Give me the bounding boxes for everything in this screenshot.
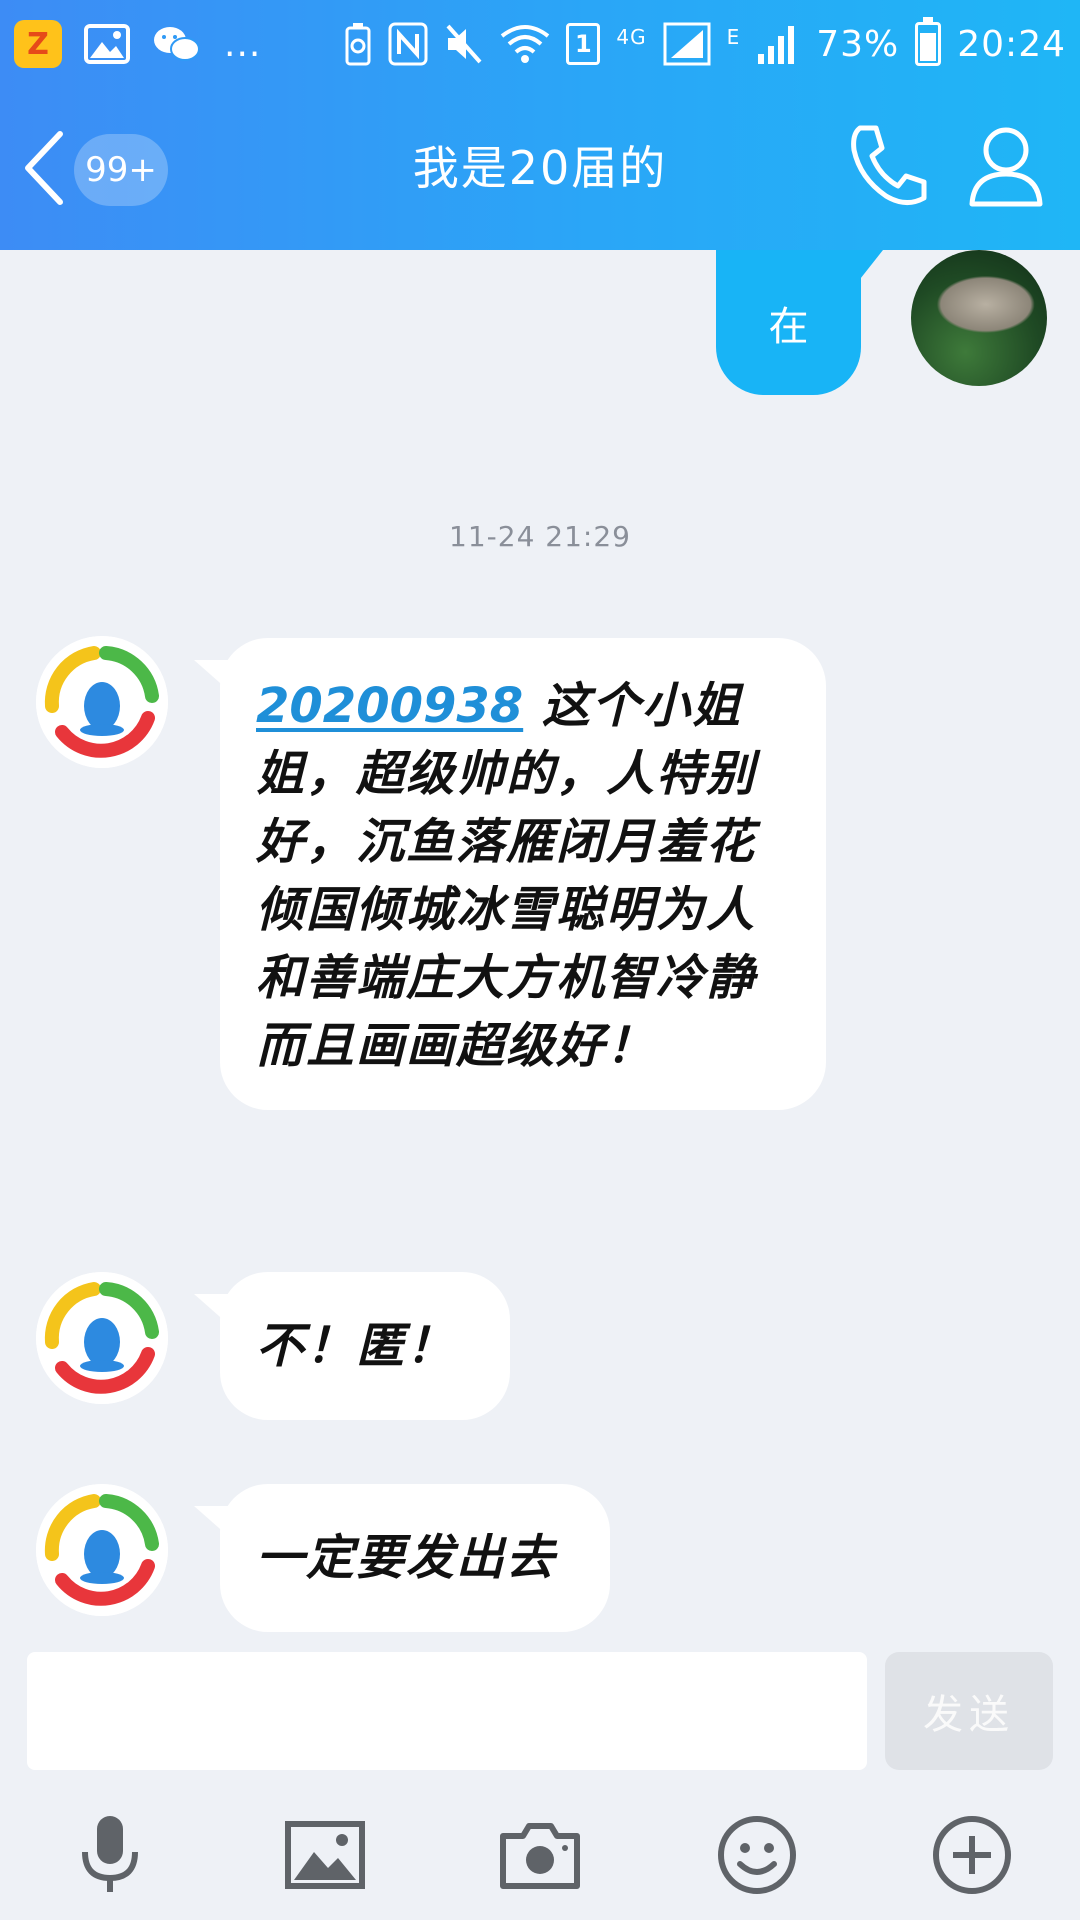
nfc-icon — [388, 22, 428, 66]
back-button[interactable]: 99+ — [22, 130, 182, 210]
image-icon — [285, 1821, 365, 1889]
qq-logo-icon — [36, 1484, 168, 1616]
chat-header: 99+ 我是20届的 — [0, 110, 1080, 230]
battery-icon — [915, 17, 942, 66]
clock: 20:24 — [957, 23, 1066, 65]
message-list[interactable]: 在 11-24 21:29 20200938 这个小姐姐，超级帅的，人特别好，沉… — [0, 250, 1080, 1650]
phone-icon — [851, 125, 927, 205]
chevron-left-icon — [22, 130, 66, 210]
camera-icon — [500, 1823, 580, 1889]
incoming-message-text: 不！匿！ — [256, 1318, 457, 1374]
signal-icon-sim1 — [663, 22, 711, 66]
signal-icon-sim2 — [756, 22, 800, 66]
composer-toolbar — [0, 1800, 1080, 1910]
incoming-message-text: 这个小姐姐，超级帅的，人特别好，沉鱼落雁闭月羞花倾国倾城冰雪聪明为人和善端庄大方… — [256, 678, 757, 1074]
battery-saver-icon — [344, 22, 372, 66]
message-timestamp: 11-24 21:29 — [449, 520, 631, 553]
sender-avatar[interactable] — [36, 1484, 168, 1616]
smiley-icon — [718, 1816, 796, 1894]
incoming-message-bubble[interactable]: 20200938 这个小姐姐，超级帅的，人特别好，沉鱼落雁闭月羞花倾国倾城冰雪聪… — [194, 638, 826, 1110]
sender-avatar[interactable] — [36, 636, 168, 768]
qq-logo-icon — [36, 636, 168, 768]
camera-button[interactable] — [495, 1810, 585, 1900]
chat-title: 我是20届的 — [412, 141, 668, 195]
wifi-icon — [500, 22, 550, 66]
my-avatar[interactable] — [911, 250, 1047, 386]
top-bar: Z ... 1 4G E 73% 20:24 99+ 我是20届的 — [0, 0, 1080, 250]
sender-avatar[interactable] — [36, 1272, 168, 1404]
more-notifications-indicator: ... — [224, 23, 262, 65]
network-e-label: E — [726, 25, 741, 49]
outgoing-message-text: 在 — [768, 303, 809, 350]
photo-album-button[interactable] — [280, 1810, 370, 1900]
incoming-message-text: 一定要发出去 — [256, 1530, 557, 1586]
qzone-notification-icon: Z — [14, 20, 62, 68]
group-profile-button[interactable] — [966, 122, 1046, 210]
mention-link[interactable]: 20200938 — [256, 678, 523, 734]
incoming-message-bubble[interactable]: 一定要发出去 — [193, 1484, 611, 1632]
send-button[interactable]: 发送 — [885, 1652, 1053, 1770]
voice-call-button[interactable] — [846, 120, 930, 210]
status-bar: Z ... 1 4G E 73% 20:24 — [0, 0, 1080, 88]
emoji-button[interactable] — [712, 1810, 802, 1900]
unread-count-badge: 99+ — [74, 134, 168, 206]
sim-slot-icon: 1 — [566, 23, 601, 65]
mute-icon — [444, 22, 484, 66]
battery-percent: 73% — [816, 23, 900, 65]
microphone-icon — [82, 1816, 138, 1892]
plus-circle-icon — [933, 1816, 1011, 1894]
gallery-notification-icon — [84, 24, 130, 64]
composer: 发送 — [0, 1650, 1080, 1775]
network-4g-label: 4G — [616, 25, 647, 49]
qq-logo-icon — [36, 1272, 168, 1404]
more-actions-button[interactable] — [927, 1810, 1017, 1900]
voice-input-button[interactable] — [65, 1810, 155, 1900]
incoming-message-bubble[interactable]: 不！匿！ — [193, 1272, 511, 1420]
outgoing-message-bubble[interactable]: 在 — [716, 250, 883, 395]
person-icon — [969, 127, 1043, 207]
wechat-notification-icon — [152, 24, 202, 64]
message-input[interactable] — [27, 1652, 867, 1770]
